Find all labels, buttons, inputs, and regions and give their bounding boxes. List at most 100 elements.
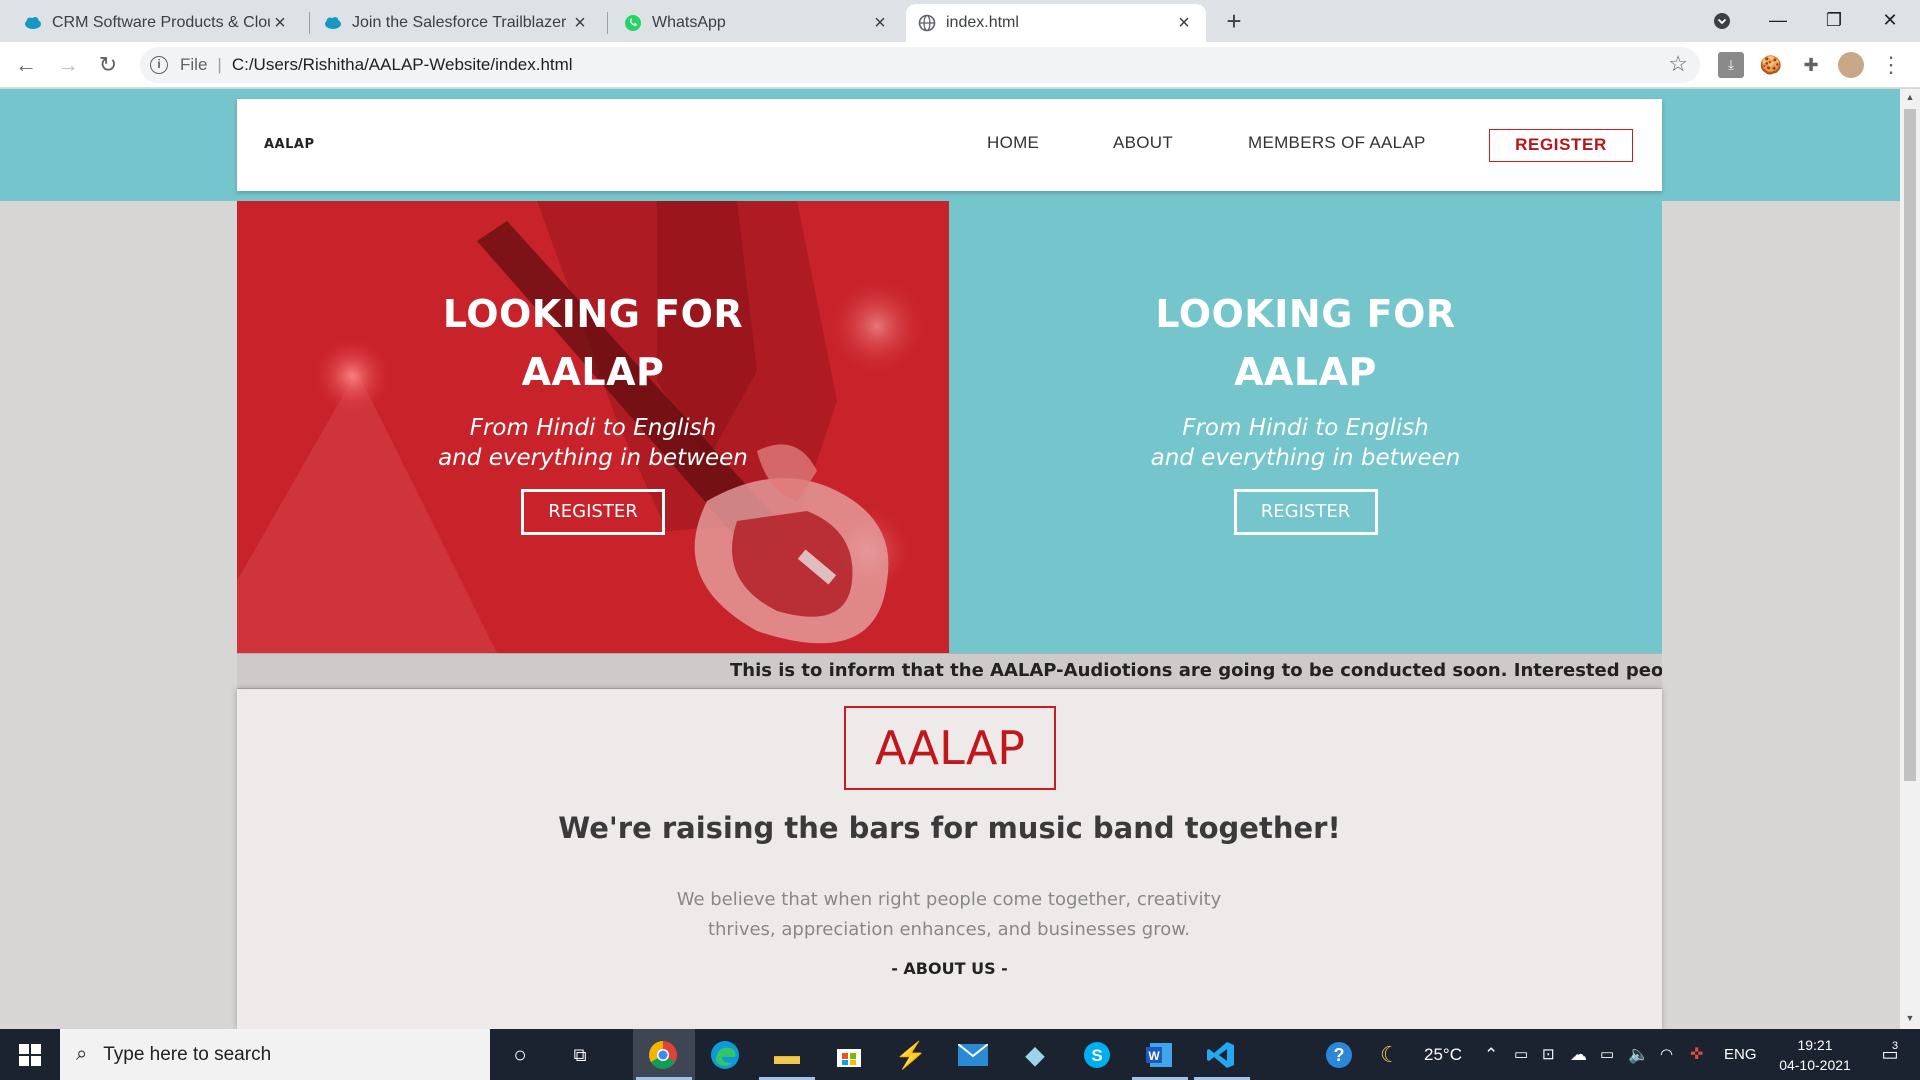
menu-kebab-icon[interactable]: ⋮ bbox=[1878, 52, 1904, 78]
word-logo: W bbox=[1146, 1043, 1172, 1067]
hero-subtitle-line: From Hindi to English bbox=[469, 415, 717, 441]
new-tab-button[interactable]: + bbox=[1218, 6, 1250, 38]
tab-title: index.html bbox=[946, 14, 1019, 31]
tab-salesforce-trailblazer[interactable]: Join the Salesforce Trailblazer Co × bbox=[312, 4, 602, 42]
nav-members-link[interactable]: MEMBERS OF AALAP bbox=[1248, 133, 1426, 153]
forward-button[interactable]: → bbox=[52, 49, 84, 81]
scroll-down-arrow[interactable]: ▼ bbox=[1904, 1013, 1916, 1025]
clock-date: 04-10-2021 bbox=[1779, 1057, 1851, 1073]
about-us-link[interactable]: - ABOUT US - bbox=[237, 959, 1662, 978]
scroll-thumb[interactable] bbox=[1904, 109, 1916, 781]
notification-count: 3 bbox=[1892, 1040, 1899, 1052]
sticky-notes-icon[interactable]: ◆ bbox=[1017, 1037, 1053, 1073]
battery-icon[interactable]: ▭ bbox=[1600, 1029, 1614, 1080]
clock-time: 19:21 bbox=[1797, 1037, 1833, 1053]
nav-register-button[interactable]: REGISTER bbox=[1489, 129, 1633, 162]
chevron-down-icon bbox=[1714, 13, 1730, 30]
nav-about-link[interactable]: ABOUT bbox=[1113, 133, 1173, 153]
mail-icon[interactable] bbox=[955, 1037, 991, 1073]
tab-crm-software[interactable]: CRM Software Products & Cloud × bbox=[12, 4, 302, 42]
globe-icon bbox=[918, 14, 936, 32]
scroll-up-arrow[interactable]: ▲ bbox=[1904, 92, 1916, 104]
nav-home-link[interactable]: HOME bbox=[987, 133, 1039, 153]
edge-icon[interactable] bbox=[707, 1037, 743, 1073]
close-icon[interactable]: × bbox=[1174, 12, 1194, 35]
brand-logo[interactable]: AALAP bbox=[264, 137, 315, 152]
tab-search-button[interactable] bbox=[1694, 0, 1750, 40]
close-window-button[interactable]: ✕ bbox=[1862, 0, 1918, 40]
task-view-icon[interactable]: ⧉ bbox=[562, 1037, 598, 1073]
system-clock[interactable]: 19:21 04-10-2021 bbox=[1760, 1035, 1870, 1075]
hero-register-button[interactable]: REGISTER bbox=[1233, 489, 1378, 535]
address-scheme: File bbox=[180, 55, 208, 74]
announcement-text: This is to inform that the AALAP-Audioti… bbox=[730, 660, 1662, 681]
address-url[interactable]: C:/Users/Rishitha/AALAP-Website/index.ht… bbox=[232, 55, 573, 75]
pdf-extension-icon[interactable]: ⤓ bbox=[1718, 52, 1744, 78]
taskbar-search-box[interactable]: ⌕ Type here to search bbox=[60, 1029, 490, 1080]
hero-subtitle: From Hindi to English and everything in … bbox=[949, 413, 1662, 473]
minimize-button[interactable]: — bbox=[1750, 0, 1806, 40]
microsoft-store-icon[interactable] bbox=[831, 1037, 867, 1073]
notification-center-button[interactable]: ▭ 3 bbox=[1870, 1029, 1910, 1080]
tab-strip: CRM Software Products & Cloud × Join the… bbox=[0, 0, 1920, 42]
cortana-icon[interactable]: ○ bbox=[502, 1037, 538, 1073]
address-bar[interactable]: i File | C:/Users/Rishitha/AALAP-Website… bbox=[140, 47, 1700, 83]
help-badge: ? bbox=[1326, 1042, 1352, 1068]
weather-temperature[interactable]: 25°C bbox=[1424, 1029, 1462, 1080]
envelope-logo bbox=[958, 1044, 988, 1066]
weather-moon-icon[interactable]: ☾ bbox=[1380, 1029, 1400, 1080]
hero-left-panel: LOOKING FOR AALAP From Hindi to English … bbox=[237, 201, 949, 653]
salesforce-cloud-icon bbox=[325, 17, 341, 29]
reload-button[interactable]: ↻ bbox=[92, 49, 124, 81]
about-description: We believe that when right people come t… bbox=[676, 889, 1222, 940]
profile-avatar[interactable] bbox=[1838, 52, 1864, 78]
bookmark-star-icon[interactable]: ☆ bbox=[1668, 51, 1688, 77]
network-alert-icon[interactable]: ⊡ bbox=[1542, 1029, 1555, 1080]
help-icon[interactable]: ? bbox=[1321, 1037, 1357, 1073]
cookie-extension-icon[interactable]: 🍪 bbox=[1758, 52, 1784, 78]
about-section: AALAP We're raising the bars for music b… bbox=[237, 689, 1662, 1029]
hero-right-content: LOOKING FOR AALAP From Hindi to English … bbox=[949, 201, 1662, 535]
chevron-up-icon[interactable]: ⌃ bbox=[1484, 1029, 1498, 1080]
volume-icon[interactable]: 🔈 bbox=[1628, 1029, 1649, 1080]
language-indicator[interactable]: ENG bbox=[1724, 1029, 1757, 1080]
site-header: AALAP HOME ABOUT MEMBERS OF AALAP REGIST… bbox=[237, 99, 1662, 191]
tab-whatsapp[interactable]: WhatsApp × bbox=[612, 4, 902, 42]
info-icon[interactable]: i bbox=[150, 56, 168, 74]
close-icon[interactable]: × bbox=[270, 12, 290, 35]
chrome-icon[interactable] bbox=[645, 1037, 681, 1073]
store-bag-logo bbox=[837, 1049, 861, 1067]
power-automate-icon[interactable]: ⚡ bbox=[893, 1037, 929, 1073]
hero-register-button[interactable]: REGISTER bbox=[521, 489, 665, 535]
hero-subtitle-line: and everything in between bbox=[438, 445, 748, 471]
file-explorer-icon[interactable]: ▬ bbox=[769, 1037, 805, 1073]
wifi-icon[interactable]: ◠ bbox=[1660, 1029, 1673, 1080]
tab-title: CRM Software Products & Cloud bbox=[52, 14, 270, 31]
hero-section: LOOKING FOR AALAP From Hindi to English … bbox=[237, 201, 1662, 653]
extensions-puzzle-icon[interactable]: ✚ bbox=[1798, 52, 1824, 78]
whatsapp-icon bbox=[625, 15, 641, 31]
meet-now-icon[interactable]: ▭ bbox=[1514, 1029, 1528, 1080]
hero-left-content: LOOKING FOR AALAP From Hindi to English … bbox=[237, 201, 949, 535]
hero-right-panel: LOOKING FOR AALAP From Hindi to English … bbox=[949, 201, 1662, 653]
start-button[interactable] bbox=[0, 1029, 60, 1080]
vscode-icon[interactable] bbox=[1203, 1037, 1239, 1073]
hero-subtitle: From Hindi to English and everything in … bbox=[237, 413, 949, 473]
word-icon[interactable]: W bbox=[1141, 1037, 1177, 1073]
close-icon[interactable]: × bbox=[570, 12, 590, 35]
onedrive-cloud-icon[interactable]: ☁ bbox=[1570, 1029, 1587, 1080]
restore-button[interactable]: ❐ bbox=[1806, 0, 1862, 40]
search-placeholder: Type here to search bbox=[103, 1043, 272, 1065]
skype-logo: S bbox=[1084, 1042, 1110, 1068]
back-button[interactable]: ← bbox=[10, 49, 42, 81]
aalap-logo-box: AALAP bbox=[844, 706, 1056, 790]
skype-icon[interactable]: S bbox=[1079, 1037, 1115, 1073]
page-scrollbar[interactable]: ▲ ▼ bbox=[1900, 89, 1920, 1029]
hero-subtitle-line: and everything in between bbox=[1150, 445, 1461, 471]
about-heading: We're raising the bars for music band to… bbox=[558, 811, 1341, 845]
tab-separator bbox=[607, 12, 608, 34]
close-icon[interactable]: × bbox=[870, 12, 890, 35]
dropbox-icon[interactable]: ✜ bbox=[1690, 1029, 1703, 1080]
vscode-logo bbox=[1207, 1042, 1234, 1068]
tab-index-html[interactable]: index.html × bbox=[906, 4, 1206, 42]
